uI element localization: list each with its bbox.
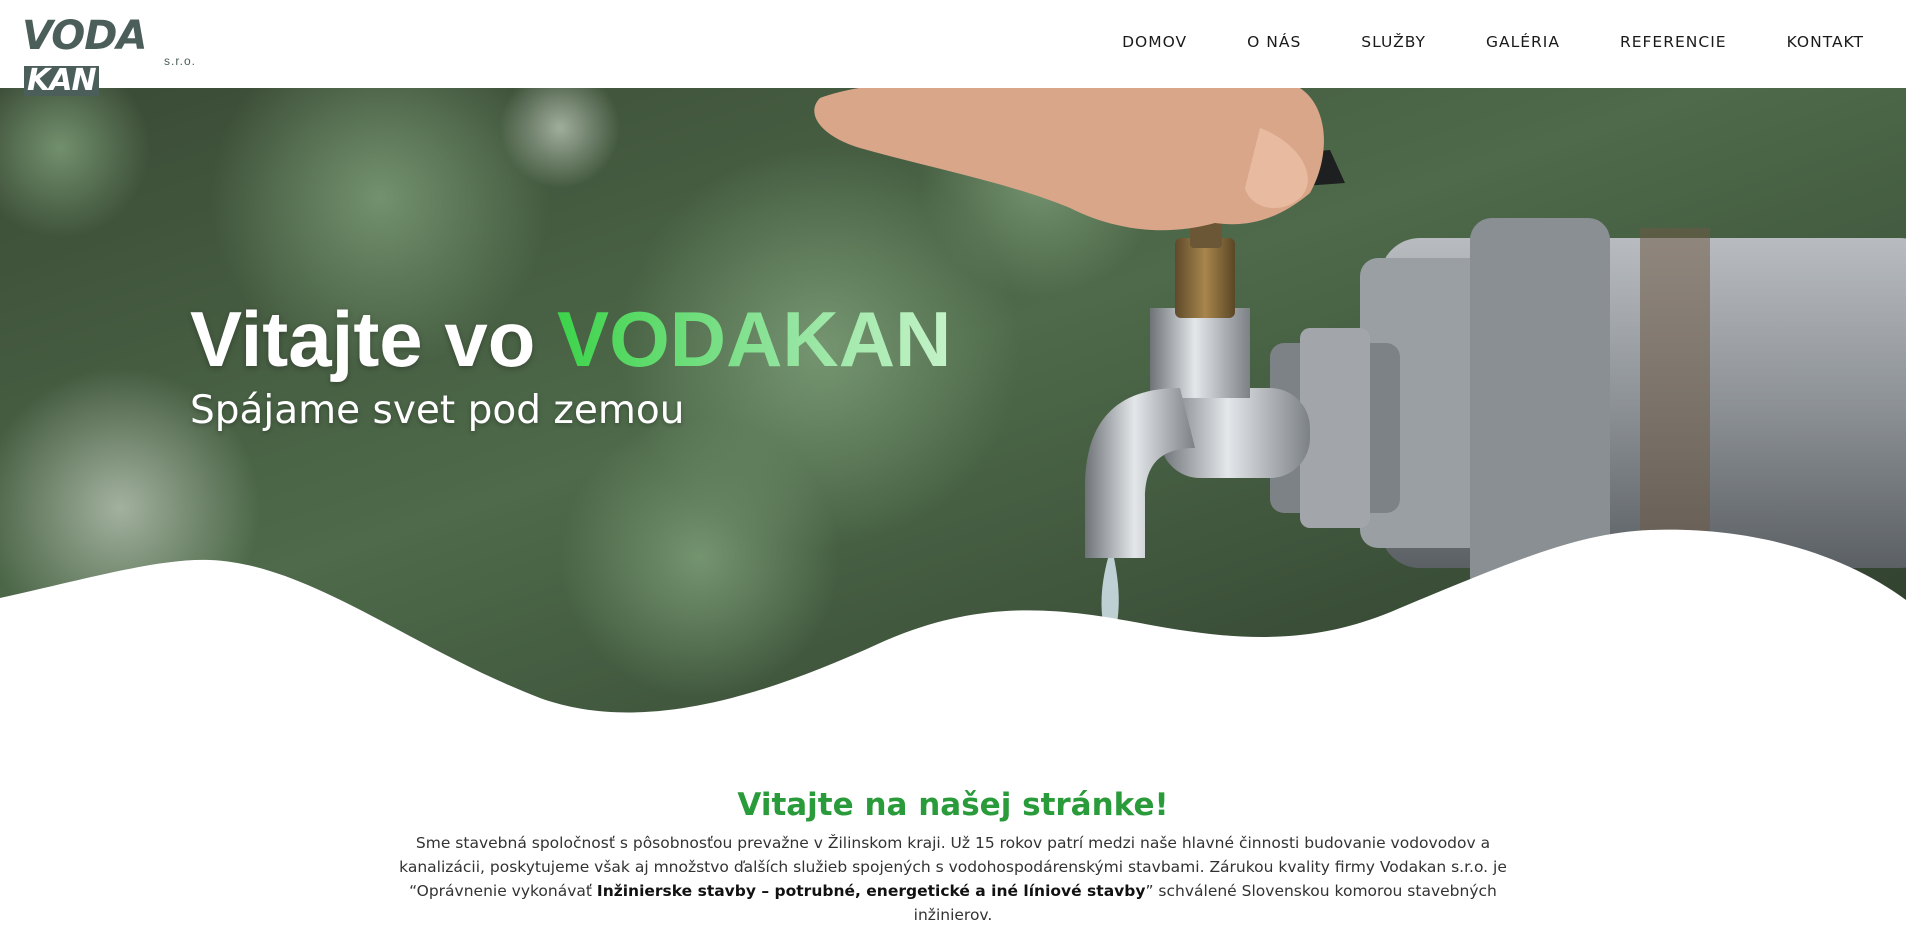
nav-item-domov[interactable]: DOMOV bbox=[1122, 30, 1187, 54]
hero-subtitle: Spájame svet pod zemou bbox=[190, 388, 685, 433]
logo-wordmark-accent: KAN bbox=[24, 66, 99, 96]
intro-section: Vitajte na našej stránke! Sme stavebná s… bbox=[0, 785, 1906, 927]
nav-item-sluzby[interactable]: SLUŽBY bbox=[1361, 30, 1426, 54]
intro-title: Vitajte na našej stránke! bbox=[737, 787, 1169, 823]
intro-license-name: Inžinierske stavby – potrubné, energetic… bbox=[596, 882, 1146, 900]
logo-suffix: s.r.o. bbox=[163, 54, 196, 68]
main-nav: DOMOV O NÁS SLUŽBY GALÉRIA REFERENCIE KO… bbox=[1122, 30, 1864, 54]
site-logo[interactable]: VODAKAN s.r.o. bbox=[22, 14, 200, 96]
hero-title-brand: VODAKAN bbox=[557, 295, 952, 383]
hero-title: Vitajte vo VODAKAN bbox=[190, 295, 952, 383]
intro-text: Sme stavebná spoločnosť s pôsobnosťou pr… bbox=[399, 834, 1507, 924]
site-header: VODAKAN s.r.o. DOMOV O NÁS SLUŽBY GALÉRI… bbox=[0, 0, 1906, 96]
hero-section: Vitajte vo VODAKAN Spájame svet pod zemo… bbox=[0, 88, 1906, 728]
nav-item-kontakt[interactable]: KONTAKT bbox=[1787, 30, 1864, 54]
nav-item-galeria[interactable]: GALÉRIA bbox=[1486, 30, 1560, 54]
nav-item-o-nas[interactable]: O NÁS bbox=[1247, 30, 1301, 54]
nav-item-referencie[interactable]: REFERENCIE bbox=[1620, 30, 1727, 54]
